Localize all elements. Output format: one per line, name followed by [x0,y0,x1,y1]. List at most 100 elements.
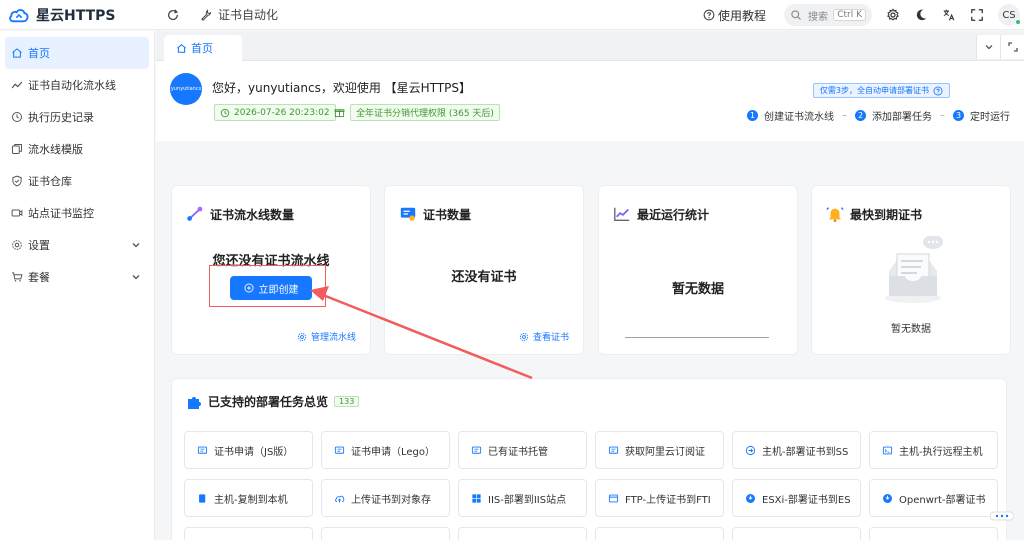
task-item[interactable]: 已有证书托管 [458,431,587,469]
task-item[interactable]: 主机-复制到本机 [184,479,313,517]
task-item[interactable]: IIS-部署到IIS站点 [458,479,587,517]
step-number: 2 [855,110,866,121]
step-number: 1 [747,110,758,121]
gear-icon [12,240,22,250]
translate-icon[interactable] [942,8,956,22]
tab-tools [976,35,1024,59]
task-label: 上传证书到对象存 [351,494,431,506]
gift-icon [334,109,345,118]
step-2: 2 添加部署任务 [855,108,932,123]
run-stats-card: 最近运行统计 暂无数据 [598,185,798,355]
moon-icon[interactable] [914,8,928,22]
view-certs-link[interactable]: 查看证书 [519,330,569,343]
stats-empty-text: 暂无数据 [671,282,724,297]
task-item[interactable]: 获取阿里云订阅证 [595,431,724,469]
sidebar-item-label: 流水线模版 [28,143,83,156]
card-title: 最快到期证书 [826,205,922,223]
avatar-text: yunyutiancs [170,86,202,92]
tab-menu-button[interactable] [976,35,1000,59]
cloud-logo-icon [9,8,29,22]
scroll-indicator[interactable] [990,511,1014,521]
task-item[interactable] [458,527,587,540]
task-item[interactable] [321,527,450,540]
home-icon [177,43,186,53]
plan-text: 全年证书分销代理权限 (365 天后) [350,104,500,121]
terminal-icon [882,446,893,454]
clock-icon [220,108,230,117]
card-title: 证书数量 [399,205,471,223]
expiring-cert-card: 最快到期证书 暂无数据 [811,185,1011,355]
tab-bar: 首页 [156,31,1024,61]
card-title-text: 证书数量 [423,207,472,222]
task-item[interactable]: 主机-执行远程主机 [869,431,998,469]
card-title: 最近运行统计 [613,205,709,223]
task-item[interactable]: FTP-上传证书到FTI [595,479,724,517]
sidebar-item-label: 证书自动化流水线 [28,79,116,92]
card-title: 证书流水线数量 [186,205,294,223]
top-bar: 星云HTTPS 证书自动化 使用教程 搜索 Ctrl K CS [0,0,1024,30]
deploy-arrow-icon [745,445,756,455]
chevron-down-icon [985,45,992,50]
ftp-folder-icon [608,494,619,502]
manage-pipelines-link[interactable]: 管理流水线 [297,330,356,343]
cert-automation-link[interactable]: 证书自动化 [200,6,278,23]
empty-box-illustration [885,236,943,303]
sidebar-item-cert-store[interactable]: 证书仓库 [5,165,149,197]
help-link[interactable]: 使用教程 [703,7,766,24]
user-avatar[interactable]: CS [998,4,1021,26]
sidebar-item-plans[interactable]: 套餐 [5,261,149,293]
maximize-icon [1007,42,1018,52]
task-item[interactable]: Openwrt-部署证书 [869,479,998,517]
sidebar-item-home[interactable]: 首页 [5,37,149,69]
task-item[interactable] [869,527,998,540]
refresh-button[interactable] [158,8,180,22]
sidebar-item-history[interactable]: 执行历史记录 [5,101,149,133]
fullscreen-icon[interactable] [970,8,984,22]
gear-icon[interactable] [886,8,900,22]
task-item[interactable]: 上传证书到对象存 [321,479,450,517]
view-certs-label: 查看证书 [532,333,569,343]
step-3: 3 定时运行 [953,108,1010,123]
tab-maximize-button[interactable] [1000,35,1024,59]
online-status-dot [1015,19,1021,25]
sidebar-item-site-monitor[interactable]: 站点证书监控 [5,197,149,229]
sidebar-item-label: 设置 [28,239,50,252]
step-separator: – [842,110,847,121]
search-input[interactable]: 搜索 Ctrl K [784,4,872,26]
sidebar-item-settings[interactable]: 设置 [5,229,149,261]
search-icon [791,10,801,20]
template-icon [12,144,22,154]
quick-start-hint[interactable]: 仅需3步，全自动申请部署证书 [812,83,950,98]
task-item[interactable] [732,527,861,540]
task-item[interactable] [184,527,313,540]
hint-text: 仅需3步，全自动申请部署证书 [819,86,929,95]
sidebar-item-templates[interactable]: 流水线模版 [5,133,149,165]
logo[interactable]: 星云HTTPS [0,5,158,25]
certificate-icon [400,207,416,221]
search-placeholder: 搜索 [808,11,828,23]
welcome-greeting: 您好，yunyutiancs，欢迎使用 【星云HTTPS】 [212,81,472,95]
tab-home[interactable]: 首页 [164,35,242,61]
task-label: 证书申请（JS版） [214,446,294,458]
tasks-count-badge: 133 [334,396,360,407]
task-item[interactable]: 证书申请（Lego） [321,431,450,469]
task-label: 证书申请（Lego） [351,446,436,458]
step-label: 创建证书流水线 [764,112,834,123]
task-label: 主机-执行远程主机 [899,446,983,458]
task-item[interactable]: 主机-部署证书到SS [732,431,861,469]
sidebar-item-label: 套餐 [28,271,50,284]
sidebar-item-pipelines[interactable]: 证书自动化流水线 [5,69,149,101]
task-item[interactable]: ESXi-部署证书到ES [732,479,861,517]
tasks-title: 已支持的部署任务总览 133 [186,393,360,410]
chevron-down-icon [132,275,140,280]
sidebar: 首页 证书自动化流水线 执行历史记录 流水线模版 证书仓库 站点证书监控 设置 … [0,31,155,540]
task-item[interactable] [595,527,724,540]
question-icon [703,9,715,21]
card-title-text: 证书流水线数量 [210,207,295,222]
task-item[interactable]: 证书申请（JS版） [184,431,313,469]
task-label: Openwrt-部署证书 [899,494,986,506]
create-pipeline-label: 立即创建 [258,284,299,296]
chart-baseline [625,337,769,338]
step-1: 1 创建证书流水线 [747,108,834,123]
create-pipeline-button[interactable]: 立即创建 [230,276,312,300]
